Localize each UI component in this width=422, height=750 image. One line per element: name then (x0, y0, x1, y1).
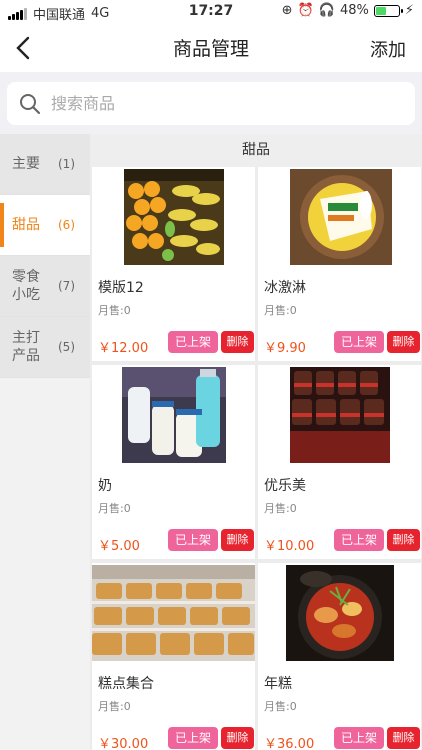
sidebar-item-dessert[interactable]: 甜品 (6) (0, 195, 90, 256)
sidebar-item-main[interactable]: 主要 (1) (0, 134, 90, 195)
delete-button[interactable]: 删除 (221, 529, 254, 551)
category-sidebar: 主要 (1) 甜品 (6) 零食小吃 (7) 主打产品 (5) (0, 134, 90, 750)
lock-rotation-icon: ⊕ (281, 3, 293, 18)
battery-fill (375, 6, 386, 15)
charging-icon: ⚡ (404, 3, 414, 18)
sidebar-item-label: 主要 (12, 156, 40, 172)
product-sales: 月售:0 (264, 502, 297, 515)
alarm-icon: ⏰ (297, 3, 314, 18)
product-name: 模版12 (98, 280, 144, 296)
product-image-fruit (124, 169, 224, 265)
add-button[interactable]: 添加 (370, 36, 406, 62)
product-card[interactable]: 模版12 月售:0 ￥12.00 已上架 删除 (92, 167, 255, 361)
on-shelf-button[interactable]: 已上架 (168, 529, 218, 551)
product-card[interactable]: 优乐美 月售:0 ￥10.00 已上架 删除 (258, 365, 421, 559)
search-icon (20, 93, 41, 114)
product-image-rice-cake (286, 565, 394, 661)
delete-button[interactable]: 删除 (221, 727, 254, 749)
delete-button[interactable]: 删除 (387, 331, 420, 353)
battery-percent: 48% (339, 3, 369, 18)
product-image-milk (122, 367, 226, 463)
product-sales: 月售:0 (98, 304, 131, 317)
sidebar-item-label: 甜品 (12, 217, 40, 233)
product-sales: 月售:0 (98, 700, 131, 713)
sidebar-item-featured[interactable]: 主打产品 (5) (0, 317, 90, 378)
product-sales: 月售:0 (98, 502, 131, 515)
on-shelf-button[interactable]: 已上架 (334, 529, 384, 551)
product-image-pastries (92, 565, 255, 661)
delete-button[interactable]: 删除 (387, 529, 420, 551)
delete-button[interactable]: 删除 (387, 727, 420, 749)
delete-button[interactable]: 删除 (221, 331, 254, 353)
sidebar-item-count: (7) (58, 279, 75, 293)
product-name: 冰激淋 (264, 280, 306, 296)
battery-icon (373, 4, 403, 17)
status-right: ⊕ ⏰ 🎧 48% ⚡ (282, 3, 414, 18)
product-image-cups (290, 367, 390, 463)
on-shelf-button[interactable]: 已上架 (168, 727, 218, 749)
product-price: ￥36.00 (264, 737, 315, 750)
search-box[interactable] (7, 82, 415, 125)
nav-bar: 商品管理 添加 (0, 24, 422, 72)
product-price: ￥10.00 (264, 539, 315, 554)
product-price: ￥12.00 (98, 341, 149, 356)
product-price: ￥5.00 (98, 539, 140, 554)
product-name: 年糕 (264, 676, 292, 692)
product-sales: 月售:0 (264, 700, 297, 713)
product-price: ￥30.00 (98, 737, 149, 750)
on-shelf-button[interactable]: 已上架 (168, 331, 218, 353)
sidebar-item-snacks[interactable]: 零食小吃 (7) (0, 256, 90, 317)
product-grid: 模版12 月售:0 ￥12.00 已上架 删除 冰激淋 月售:0 ￥9.90 已… (90, 167, 422, 750)
product-image-ice-cream (290, 169, 392, 265)
product-card[interactable]: 冰激淋 月售:0 ￥9.90 已上架 删除 (258, 167, 421, 361)
status-bar: 中国联通 4G 17:27 ⊕ ⏰ 🎧 48% ⚡ (0, 0, 422, 24)
sidebar-item-count: (5) (58, 340, 75, 354)
product-card[interactable]: 奶 月售:0 ￥5.00 已上架 删除 (92, 365, 255, 559)
product-card[interactable]: 年糕 月售:0 ￥36.00 已上架 删除 (258, 563, 421, 750)
product-name: 糕点集合 (98, 676, 154, 692)
product-name: 优乐美 (264, 478, 306, 494)
on-shelf-button[interactable]: 已上架 (334, 727, 384, 749)
category-title: 甜品 (90, 134, 422, 167)
product-name: 奶 (98, 478, 112, 494)
product-price: ￥9.90 (264, 341, 306, 356)
sidebar-item-label: 零食小吃 (12, 269, 40, 303)
sidebar-item-count: (1) (58, 157, 75, 171)
sidebar-item-label: 主打产品 (12, 330, 40, 364)
product-sales: 月售:0 (264, 304, 297, 317)
product-list: 甜品 模版12 月售:0 ￥12.00 已上架 删除 冰激淋 月售:0 ￥9.9… (90, 134, 422, 750)
sidebar-item-count: (6) (58, 218, 75, 232)
search-input[interactable] (51, 94, 371, 113)
headphones-icon: 🎧 (318, 3, 335, 18)
product-card[interactable]: 糕点集合 月售:0 ￥30.00 已上架 删除 (92, 563, 255, 750)
page-title: 商品管理 (172, 38, 249, 60)
on-shelf-button[interactable]: 已上架 (334, 331, 384, 353)
search-bar (0, 72, 422, 134)
